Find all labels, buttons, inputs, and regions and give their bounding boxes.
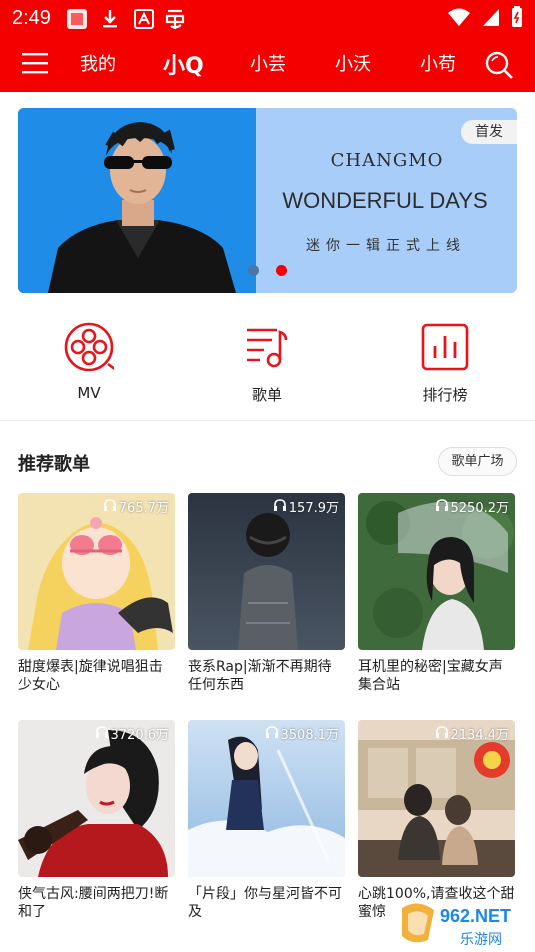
play-count-value: 3508.1万 (280, 728, 340, 743)
play-count-value: 3720.6万 (110, 728, 170, 743)
playlist-card[interactable]: 765.7万 甜度爆表|旋律说唱狙击少女心 (18, 493, 175, 694)
banner-album-title: WONDERFUL DAYS (282, 188, 488, 213)
section-title: 推荐歌单 (18, 454, 90, 475)
playlist-cover: 2134.4万 (358, 720, 515, 877)
svg-text:乐游网: 乐游网 (460, 932, 502, 948)
playlist-card[interactable]: 157.9万 丧系Rap|渐渐不再期待任何东西 (188, 493, 345, 694)
playlist-card[interactable]: 2134.4万 心跳100%,请查收这个甜蜜惊 (358, 720, 515, 921)
tab-xiaoq[interactable]: 小Q (163, 48, 204, 80)
playlist-cover: 5250.2万 (358, 493, 515, 650)
tab-mine[interactable]: 我的 (80, 50, 116, 76)
quick-link-mv[interactable]: MV (29, 322, 149, 402)
play-count-value: 5250.2万 (450, 501, 510, 516)
headphones-icon (273, 498, 287, 516)
headphones-icon (103, 498, 117, 516)
playlist-cover: 157.9万 (188, 493, 345, 650)
playlist-card[interactable]: 3720.6万 侠气古风:腰间两把刀!断和了 (18, 720, 175, 921)
play-count: 765.7万 (103, 497, 169, 516)
section-divider (0, 420, 535, 421)
tab-xiaowo[interactable]: 小沃 (335, 50, 371, 76)
playlist-cover: 3720.6万 (18, 720, 175, 877)
wifi-icon (447, 7, 471, 31)
banner-artist-photo (18, 108, 256, 293)
playlist-title: 丧系Rap|渐渐不再期待任何东西 (188, 659, 332, 693)
menu-icon[interactable] (22, 52, 48, 74)
site-watermark-logo: 962.NET 乐游网 (398, 900, 530, 948)
top-nav-bar: 我的 小Q 小芸 小沃 小苟 (0, 36, 535, 92)
play-count-value: 2134.4万 (450, 728, 510, 743)
play-count: 2134.4万 (435, 724, 510, 743)
play-count: 5250.2万 (435, 497, 510, 516)
status-right-icons (447, 6, 523, 32)
banner-artist-name: CHANGMO (330, 150, 444, 171)
status-time: 2:49 (12, 7, 51, 29)
quick-link-label: 歌单 (251, 386, 282, 404)
playlist-card[interactable]: 5250.2万 耳机里的秘密|宝藏女声集合站 (358, 493, 515, 694)
playlist-title: 侠气古风:腰间两把刀!断和了 (18, 886, 169, 920)
headphones-icon (435, 725, 449, 743)
headphones-icon (435, 498, 449, 516)
quick-link-playlist[interactable]: 歌单 (207, 322, 327, 405)
playlist-cover: 765.7万 (18, 493, 175, 650)
playlist-cover: 3508.1万 (188, 720, 345, 877)
play-count-value: 157.9万 (288, 501, 339, 516)
play-count: 157.9万 (273, 497, 339, 516)
battery-icon (511, 6, 523, 32)
playlist-title: 耳机里的秘密|宝藏女声集合站 (358, 659, 503, 693)
playlist-title: 甜度爆表|旋律说唱狙击少女心 (18, 659, 163, 693)
chart-icon (420, 323, 470, 376)
search-icon[interactable] (484, 50, 514, 80)
play-count: 3720.6万 (95, 724, 170, 743)
tab-xiaogou[interactable]: 小苟 (420, 50, 456, 76)
a-badge-icon (134, 8, 154, 29)
status-bar: 2:49 (0, 0, 535, 36)
headphones-icon (265, 725, 279, 743)
signal-icon (481, 7, 501, 31)
headphones-icon (95, 725, 109, 743)
tab-xiaoyun[interactable]: 小芸 (250, 50, 286, 76)
promo-banner[interactable]: 首发 CHANGMO WONDERFUL DAYS 迷你一辑正式上线 (18, 108, 517, 293)
carousel-dot-active[interactable] (276, 265, 287, 276)
play-count-value: 765.7万 (118, 501, 169, 516)
carousel-dot[interactable] (248, 265, 259, 276)
bug-app-icon (163, 8, 187, 29)
playlist-plaza-button[interactable]: 歌单广场 (438, 447, 517, 476)
play-count: 3508.1万 (265, 724, 340, 743)
quick-link-label: 排行榜 (422, 386, 468, 404)
quick-link-chart[interactable]: 排行榜 (385, 322, 505, 405)
playlist-icon (242, 328, 292, 376)
notification-square-icon (66, 8, 88, 29)
playlist-card[interactable]: 3508.1万 「片段」你与星河皆不可及 (188, 720, 345, 921)
premiere-badge: 首发 (461, 120, 517, 144)
quick-link-label: MV (77, 384, 101, 402)
banner-subtitle: 迷你一辑正式上线 (306, 238, 466, 254)
film-reel-icon (64, 322, 117, 376)
download-icon (100, 8, 120, 29)
svg-text:962.NET: 962.NET (440, 906, 511, 926)
playlist-title: 「片段」你与星河皆不可及 (188, 886, 342, 920)
